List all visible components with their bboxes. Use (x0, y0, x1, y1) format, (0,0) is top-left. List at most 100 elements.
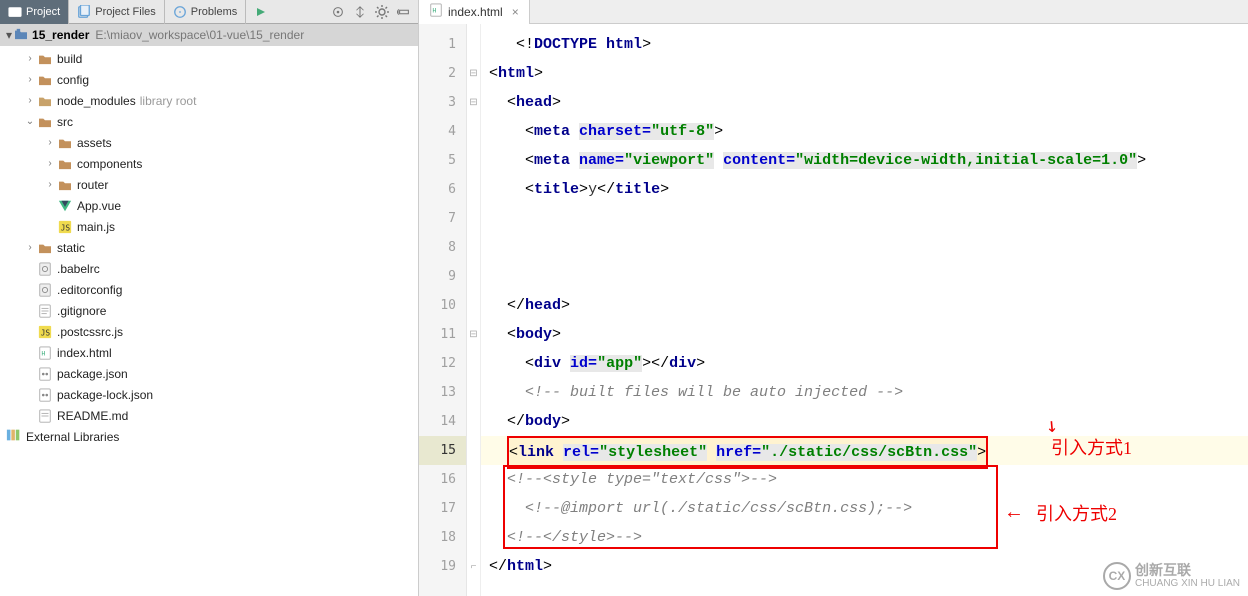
folder-icon (57, 137, 73, 149)
project-name: 15_render (32, 28, 89, 42)
tree-item-static[interactable]: ›static (0, 237, 418, 258)
annotation-box-method2 (503, 465, 998, 549)
html-file-icon: H (429, 3, 443, 20)
vue-file-icon (57, 199, 73, 213)
close-icon[interactable]: × (512, 5, 519, 19)
chevron-right-icon: › (24, 74, 36, 85)
code-line-5[interactable]: <meta name="viewport" content="width=dev… (481, 146, 1248, 175)
annotation-method2: 引入方式2 (1036, 500, 1117, 526)
folder-library-icon (37, 95, 53, 107)
json-file-icon (37, 388, 53, 402)
tree-item-main-js[interactable]: JSmain.js (0, 216, 418, 237)
project-root-header[interactable]: ▾ 15_render E:\miaov_workspace\01-vue\15… (0, 24, 418, 46)
svg-text:JS: JS (41, 328, 51, 337)
folder-icon (37, 242, 53, 254)
chevron-right-icon: › (44, 158, 56, 169)
code-line-13[interactable]: <!-- built files will be auto injected -… (481, 378, 1248, 407)
tree-item-config[interactable]: ›config (0, 69, 418, 90)
code-area[interactable]: <!DOCTYPE html> <html> <head> <meta char… (481, 24, 1248, 596)
tree-item-router[interactable]: ›router (0, 174, 418, 195)
editor-tab-label: index.html (448, 5, 503, 19)
tree-item-babelrc[interactable]: .babelrc (0, 258, 418, 279)
folder-icon (57, 179, 73, 191)
code-line-14[interactable]: </body> (481, 407, 1248, 436)
project-path: E:\miaov_workspace\01-vue\15_render (95, 28, 304, 42)
project-files-icon (77, 5, 91, 19)
tree-item-components[interactable]: ›components (0, 153, 418, 174)
divider-icon (352, 4, 368, 20)
tree-item-index-html[interactable]: Hindex.html (0, 342, 418, 363)
code-line-1[interactable]: <!DOCTYPE html> (481, 30, 1248, 59)
tab-run[interactable] (246, 0, 276, 24)
tab-problems-label: Problems (191, 6, 237, 18)
sidebar-toolbar (330, 4, 418, 20)
tab-project-files[interactable]: Project Files (69, 0, 165, 24)
tree-item-node-modules[interactable]: ›node_moduleslibrary root (0, 90, 418, 111)
fold-gutter: ⊟ ⊟ ⊟ ⌐ (467, 24, 481, 596)
tree-item-assets[interactable]: ›assets (0, 132, 418, 153)
text-file-icon (37, 304, 53, 318)
folder-icon (37, 53, 53, 65)
svg-text:H: H (42, 350, 46, 357)
collapse-all-icon[interactable] (330, 4, 346, 20)
html-file-icon: H (37, 346, 53, 360)
tree-item-build[interactable]: ›build (0, 48, 418, 69)
config-file-icon (37, 262, 53, 276)
svg-text:JS: JS (61, 223, 71, 232)
js-file-icon: JS (37, 325, 53, 339)
sidebar-tab-strip: Project Project Files Problems (0, 0, 418, 24)
arrow-icon: ← (1008, 502, 1020, 525)
folder-icon (37, 116, 53, 128)
problems-icon (173, 5, 187, 19)
hide-icon[interactable] (396, 4, 412, 20)
code-line-12[interactable]: <div id="app"></div> (481, 349, 1248, 378)
tree-item-editorconfig[interactable]: .editorconfig (0, 279, 418, 300)
code-line-8[interactable] (481, 233, 1248, 262)
fold-end-icon: ⌐ (467, 552, 480, 581)
fold-icon[interactable]: ⊟ (467, 59, 480, 88)
tab-project-files-label: Project Files (95, 6, 156, 18)
tree-item-src[interactable]: ⌄src (0, 111, 418, 132)
gear-icon[interactable] (374, 4, 390, 20)
library-icon (6, 428, 22, 445)
line-number-gutter: 1 2 3 4 5 6 7 8 9 10 11 12 13 14 15 16 1… (419, 24, 467, 596)
json-file-icon (37, 367, 53, 381)
tree-item-postcssrc[interactable]: JS.postcssrc.js (0, 321, 418, 342)
tree-item-gitignore[interactable]: .gitignore (0, 300, 418, 321)
chevron-right-icon: › (24, 242, 36, 253)
editor-tabs: H index.html × (419, 0, 1248, 24)
code-line-6[interactable]: <title>y</title> (481, 175, 1248, 204)
chevron-right-icon: › (24, 95, 36, 106)
tab-project[interactable]: Project (0, 0, 69, 24)
code-line-15[interactable]: <link rel="stylesheet" href="./static/cs… (481, 436, 1248, 465)
play-icon (254, 5, 268, 19)
code-line-7[interactable] (481, 204, 1248, 233)
chevron-right-icon: › (44, 179, 56, 190)
code-line-3[interactable]: <head> (481, 88, 1248, 117)
tree-item-package-lock[interactable]: package-lock.json (0, 384, 418, 405)
tree-item-readme[interactable]: README.md (0, 405, 418, 426)
code-line-10[interactable]: </head> (481, 291, 1248, 320)
watermark-logo-icon: CX (1103, 562, 1131, 590)
folder-icon (57, 158, 73, 170)
tree-item-package-json[interactable]: package.json (0, 363, 418, 384)
fold-icon[interactable]: ⊟ (467, 88, 480, 117)
code-line-2[interactable]: <html> (481, 59, 1248, 88)
code-line-9[interactable] (481, 262, 1248, 291)
config-file-icon (37, 283, 53, 297)
svg-text:H: H (433, 8, 437, 15)
code-line-11[interactable]: <body> (481, 320, 1248, 349)
watermark: CX 创新互联 CHUANG XIN HU LIAN (1103, 562, 1240, 590)
tab-problems[interactable]: Problems (165, 0, 246, 24)
project-tree: ›build ›config ›node_moduleslibrary root… (0, 46, 418, 449)
chevron-right-icon: › (44, 137, 56, 148)
code-line-4[interactable]: <meta charset="utf-8"> (481, 117, 1248, 146)
tree-item-app-vue[interactable]: App.vue (0, 195, 418, 216)
chevron-down-icon: ▾ (6, 28, 12, 42)
editor-tab-index-html[interactable]: H index.html × (419, 0, 530, 24)
fold-icon[interactable]: ⊟ (467, 320, 480, 349)
editor-content[interactable]: 1 2 3 4 5 6 7 8 9 10 11 12 13 14 15 16 1… (419, 24, 1248, 596)
tree-item-external-libraries[interactable]: External Libraries (0, 426, 418, 447)
tab-project-label: Project (26, 6, 60, 18)
project-sidebar: Project Project Files Problems (0, 0, 419, 596)
